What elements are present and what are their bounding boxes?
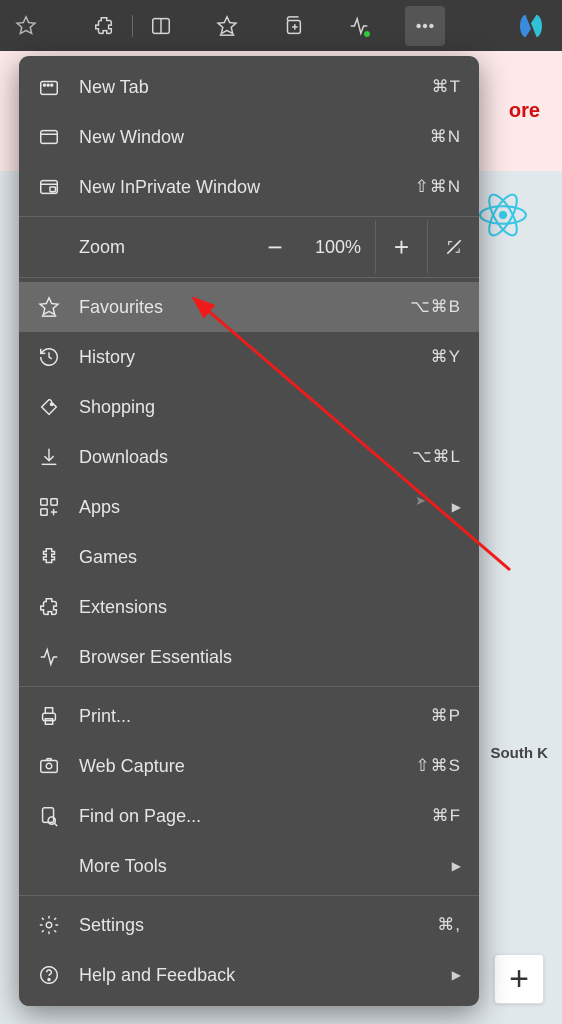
- favourites-icon[interactable]: [207, 6, 247, 46]
- games-icon: [37, 545, 61, 569]
- zoom-value: 100%: [301, 237, 375, 258]
- menu-shortcut: ⌘P: [431, 706, 461, 726]
- blank-icon: [37, 854, 61, 878]
- shopping-icon: [37, 395, 61, 419]
- banner-text: ore: [509, 100, 540, 123]
- more-icon[interactable]: [405, 6, 445, 46]
- menu-shortcut: ⇧⌘N: [414, 177, 461, 197]
- menu-more-tools[interactable]: More Tools ▶: [19, 841, 479, 891]
- menu-label: Shopping: [79, 397, 461, 418]
- zoom-out-button[interactable]: −: [249, 221, 301, 273]
- extensions-icon[interactable]: [84, 6, 124, 46]
- copilot-icon[interactable]: [514, 9, 548, 43]
- menu-label: New InPrivate Window: [79, 177, 414, 198]
- menu-label: History: [79, 347, 431, 368]
- menu-shortcut: ⌘Y: [431, 347, 461, 367]
- web-capture-icon: [37, 754, 61, 778]
- map-label-south-korea: South K: [491, 745, 549, 762]
- menu-separator: [19, 277, 479, 278]
- menu-shopping[interactable]: Shopping: [19, 382, 479, 432]
- map-zoom-in-button[interactable]: +: [494, 954, 544, 1004]
- find-icon: [37, 804, 61, 828]
- menu-apps[interactable]: Apps ▶: [19, 482, 479, 532]
- split-screen-icon[interactable]: [141, 6, 181, 46]
- menu-separator: [19, 216, 479, 217]
- menu-shortcut: ⇧⌘S: [415, 756, 461, 776]
- chevron-right-icon: ▶: [452, 859, 461, 873]
- menu-label: Browser Essentials: [79, 647, 461, 668]
- browser-essentials-icon: [37, 645, 61, 669]
- menu-browser-essentials[interactable]: Browser Essentials: [19, 632, 479, 682]
- menu-label: Print...: [79, 706, 431, 727]
- performance-icon[interactable]: [339, 6, 379, 46]
- apps-icon: [37, 495, 61, 519]
- menu-label: More Tools: [79, 856, 440, 877]
- menu-label: Downloads: [79, 447, 412, 468]
- menu-help-feedback[interactable]: Help and Feedback ▶: [19, 950, 479, 1000]
- menu-label: Extensions: [79, 597, 461, 618]
- cursor-icon: ➤: [415, 493, 426, 509]
- menu-zoom-row: Zoom − 100% +: [19, 221, 479, 273]
- menu-web-capture[interactable]: Web Capture ⇧⌘S: [19, 741, 479, 791]
- chevron-right-icon: ▶: [452, 968, 461, 982]
- history-icon: [37, 345, 61, 369]
- menu-shortcut: ⌥⌘B: [410, 297, 461, 317]
- toolbar-separator: [132, 15, 133, 37]
- zoom-in-button[interactable]: +: [375, 221, 427, 273]
- menu-new-window[interactable]: New Window ⌘N: [19, 112, 479, 162]
- zoom-label: Zoom: [79, 237, 249, 258]
- menu-label: Web Capture: [79, 756, 415, 777]
- inprivate-icon: [37, 175, 61, 199]
- settings-icon: [37, 913, 61, 937]
- fullscreen-button[interactable]: [427, 221, 479, 273]
- menu-new-inprivate[interactable]: New InPrivate Window ⇧⌘N: [19, 162, 479, 212]
- menu-print[interactable]: Print... ⌘P: [19, 691, 479, 741]
- menu-settings[interactable]: Settings ⌘,: [19, 900, 479, 950]
- menu-new-tab[interactable]: New Tab ⌘T: [19, 62, 479, 112]
- menu-history[interactable]: History ⌘Y: [19, 332, 479, 382]
- menu-label: Games: [79, 547, 461, 568]
- menu-find-on-page[interactable]: Find on Page... ⌘F: [19, 791, 479, 841]
- menu-shortcut: ⌘N: [430, 127, 461, 147]
- menu-shortcut: ⌥⌘L: [412, 447, 461, 467]
- menu-games[interactable]: Games: [19, 532, 479, 582]
- react-logo-icon: [478, 190, 528, 240]
- favourites-star-icon: [37, 295, 61, 319]
- menu-label: Favourites: [79, 297, 410, 318]
- new-tab-icon: [37, 75, 61, 99]
- browser-overflow-menu: New Tab ⌘T New Window ⌘N New InPrivate W…: [19, 56, 479, 1006]
- extensions-menu-icon: [37, 595, 61, 619]
- downloads-icon: [37, 445, 61, 469]
- new-window-icon: [37, 125, 61, 149]
- browser-toolbar: [0, 0, 562, 51]
- menu-favourites[interactable]: Favourites ⌥⌘B: [19, 282, 479, 332]
- menu-label: Settings: [79, 915, 437, 936]
- menu-label: Find on Page...: [79, 806, 432, 827]
- collections-icon[interactable]: [273, 6, 313, 46]
- print-icon: [37, 704, 61, 728]
- menu-downloads[interactable]: Downloads ⌥⌘L: [19, 432, 479, 482]
- menu-label: New Window: [79, 127, 430, 148]
- menu-label: New Tab: [79, 77, 432, 98]
- star-icon[interactable]: [6, 6, 46, 46]
- menu-shortcut: ⌘,: [437, 915, 461, 935]
- chevron-right-icon: ▶: [452, 500, 461, 514]
- menu-shortcut: ⌘F: [432, 806, 461, 826]
- help-icon: [37, 963, 61, 987]
- menu-shortcut: ⌘T: [432, 77, 461, 97]
- menu-separator: [19, 895, 479, 896]
- menu-label: Help and Feedback: [79, 965, 440, 986]
- menu-separator: [19, 686, 479, 687]
- menu-label: Apps: [79, 497, 440, 518]
- menu-extensions[interactable]: Extensions: [19, 582, 479, 632]
